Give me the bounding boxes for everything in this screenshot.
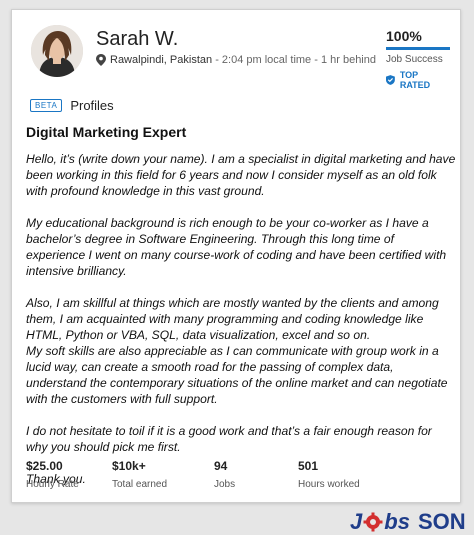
description-paragraph: Hello, it’s (write down your name). I am…	[26, 152, 456, 198]
description-paragraph: My educational background is rich enough…	[26, 216, 447, 278]
stats-footer: $25.00 Hourly Rate $10k+ Total earned 94…	[26, 459, 456, 490]
gear-icon	[363, 512, 383, 532]
location-pin-icon	[96, 54, 106, 66]
job-success-label: Job Success	[386, 54, 443, 65]
top-rated-label: TOP RATED	[399, 70, 431, 90]
stat-label: Total earned	[112, 479, 168, 490]
location-line: Rawalpindi, Pakistan - 2:04 pm local tim…	[96, 54, 376, 66]
avatar[interactable]	[31, 25, 83, 77]
stat-hourly-rate: $25.00 Hourly Rate	[26, 459, 112, 490]
watermark-letters-bs: bs	[384, 509, 410, 534]
watermark-letter-j: J	[350, 509, 363, 534]
stat-value: 501	[298, 459, 319, 473]
tab-profiles[interactable]: Profiles	[70, 98, 113, 113]
profile-headline: Digital Marketing Expert	[26, 124, 187, 140]
stat-value: $10k+	[112, 459, 146, 473]
stat-value: $25.00	[26, 459, 63, 473]
stat-label: Jobs	[214, 479, 236, 490]
local-time-text: - 2:04 pm local time - 1 hr behind	[215, 54, 376, 66]
stat-label: Hourly Rate	[26, 479, 79, 490]
description-paragraph: Also, I am skillful at things which are …	[26, 296, 439, 342]
stat-label: Hours worked	[298, 479, 360, 490]
profile-description: Hello, it’s (write down your name). I am…	[26, 151, 456, 503]
watermark-son: SON	[417, 509, 466, 534]
stat-jobs: 94 Jobs	[214, 459, 298, 490]
stat-hours-worked: 501 Hours worked	[298, 459, 398, 490]
description-paragraph: My soft skills are also appreciable as I…	[26, 344, 448, 406]
stat-value: 94	[214, 459, 228, 473]
freelancer-name: Sarah W.	[96, 28, 179, 50]
job-success-bar	[386, 47, 450, 50]
job-success-panel: 100% Job Success TOP RATED	[386, 28, 450, 90]
jobsson-watermark-logo: J bs SON	[350, 509, 466, 535]
stat-total-earned: $10k+ Total earned	[112, 459, 214, 490]
profiles-tab-row: BETA Profiles	[30, 98, 114, 113]
top-rated-badge: TOP RATED	[386, 70, 450, 90]
description-paragraph: I do not hesitate to toil if it is a goo…	[26, 424, 432, 454]
top-rated-shield-icon	[386, 75, 395, 85]
profile-card: Sarah W. Rawalpindi, Pakistan - 2:04 pm …	[11, 9, 461, 503]
job-success-percent: 100%	[386, 28, 422, 44]
beta-badge: BETA	[30, 99, 63, 112]
location-text: Rawalpindi, Pakistan	[110, 54, 213, 66]
